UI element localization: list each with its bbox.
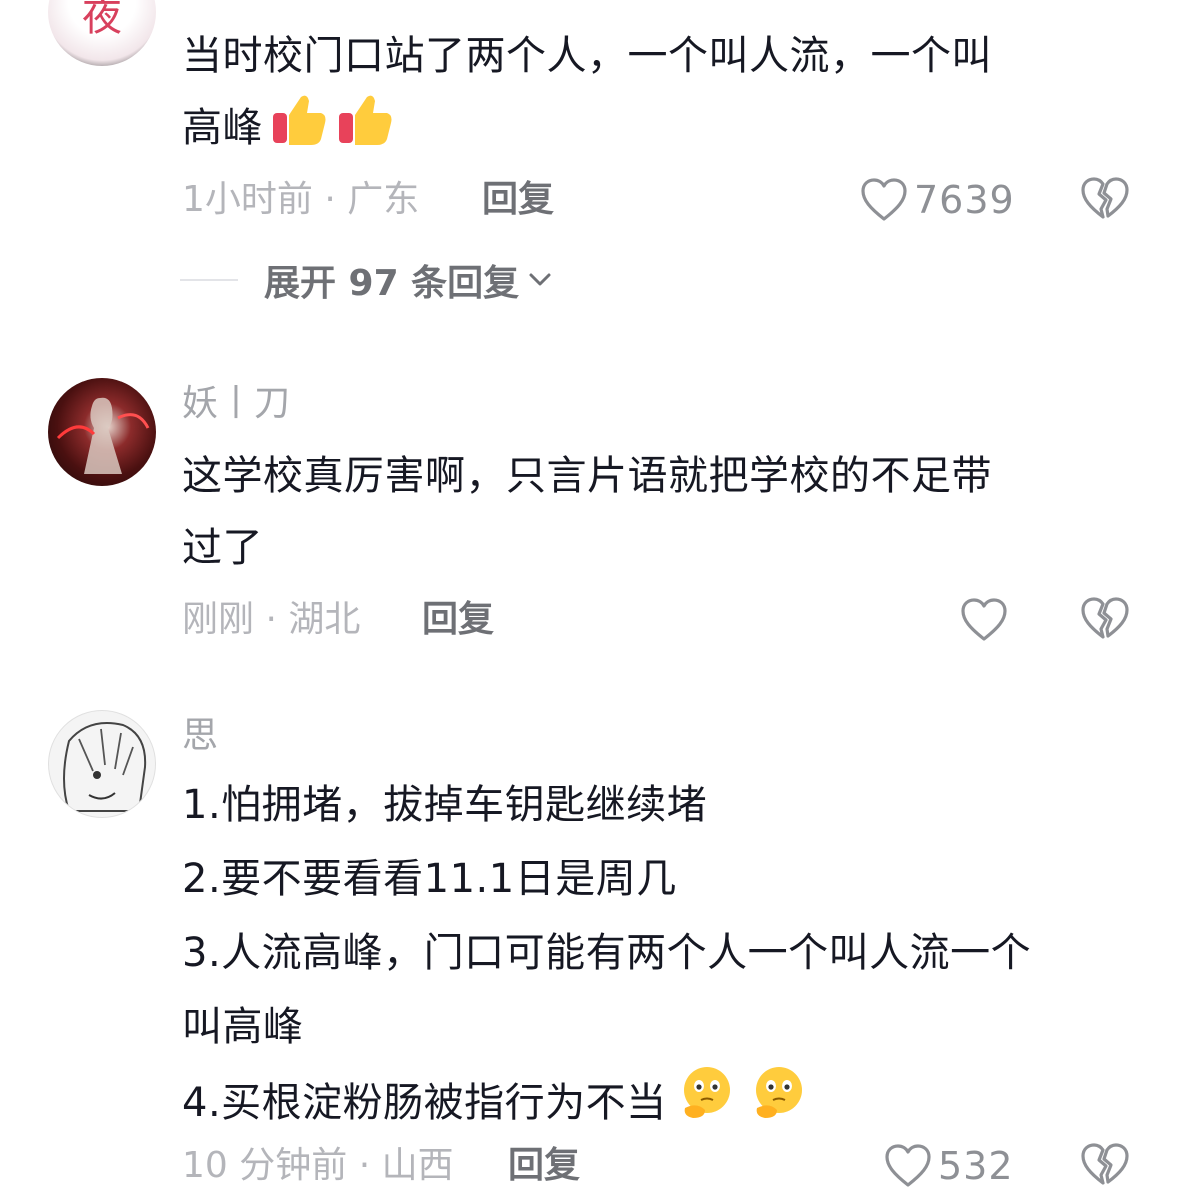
expand-replies-label: 展开 97 条回复: [264, 263, 520, 304]
dislike-button[interactable]: [1080, 175, 1130, 225]
comment-line: 3.人流高峰，门口可能有两个人一个叫人流一个: [182, 930, 1032, 976]
chevron-down-icon: [529, 273, 551, 286]
comment-line: 叫高峰: [182, 1004, 304, 1050]
comment-line: 这学校真厉害啊，只言片语就把学校的不足带: [182, 453, 992, 499]
heart-icon: [961, 598, 1007, 641]
comment-line: 当时校门口站了两个人，一个叫人流，一个叫: [182, 33, 992, 79]
comment-line: 高峰: [182, 105, 263, 151]
comment-line: 4.买根淀粉肠被指行为不当: [182, 1080, 667, 1126]
thumbs-up-emoji-icon: [271, 93, 329, 170]
comment-line: 2.要不要看看11.1日是周几: [182, 856, 677, 902]
avatar[interactable]: [48, 710, 156, 818]
like-button[interactable]: [960, 595, 1008, 645]
comment-line-wrap: 4.买根淀粉肠被指行为不当: [182, 1064, 1112, 1146]
reply-button[interactable]: 回复: [508, 1144, 580, 1188]
username[interactable]: 思: [182, 714, 218, 758]
divider: [180, 279, 238, 281]
dislike-button[interactable]: [1080, 595, 1130, 645]
thinking-face-emoji-icon: [675, 1064, 739, 1146]
avatar[interactable]: 夜: [48, 0, 156, 66]
comment-line: 1.怕拥堵，拔掉车钥匙继续堵: [182, 782, 708, 828]
avatar[interactable]: [48, 378, 156, 486]
comment-text: 1.怕拥堵，拔掉车钥匙继续堵 2.要不要看看11.1日是周几 3.人流高峰，门口…: [182, 768, 1112, 1146]
svg-text:夜: 夜: [82, 0, 122, 40]
time-location: 1小时前 · 广东: [182, 179, 420, 220]
like-button[interactable]: 532: [884, 1141, 1014, 1191]
comment-text: 当时校门口站了两个人，一个叫人流，一个叫 高峰: [182, 20, 1112, 170]
expand-replies-button[interactable]: 展开 97 条回复: [180, 258, 553, 304]
comment-line: 过了: [182, 525, 263, 571]
reply-button[interactable]: 回复: [482, 178, 554, 222]
heart-icon: [861, 178, 907, 221]
dislike-button[interactable]: [1080, 1141, 1130, 1191]
broken-heart-icon: [1081, 1143, 1129, 1185]
like-count: 532: [938, 1144, 1014, 1188]
comment-text: 这学校真厉害啊，只言片语就把学校的不足带 过了: [182, 440, 1112, 584]
comment-line-wrap: 高峰: [182, 92, 1112, 170]
thinking-face-emoji-icon: [747, 1064, 811, 1146]
time-location: 刚刚 · 湖北: [182, 599, 361, 640]
like-button[interactable]: 7639: [860, 175, 1015, 225]
like-count: 7639: [914, 178, 1015, 222]
broken-heart-icon: [1081, 597, 1129, 639]
thumbs-up-emoji-icon: [337, 93, 395, 170]
heart-icon: [885, 1144, 931, 1187]
reply-button[interactable]: 回复: [422, 598, 494, 642]
time-location: 10 分钟前 · 山西: [182, 1145, 454, 1186]
username[interactable]: 妖丨刀: [182, 382, 290, 426]
broken-heart-icon: [1081, 177, 1129, 219]
